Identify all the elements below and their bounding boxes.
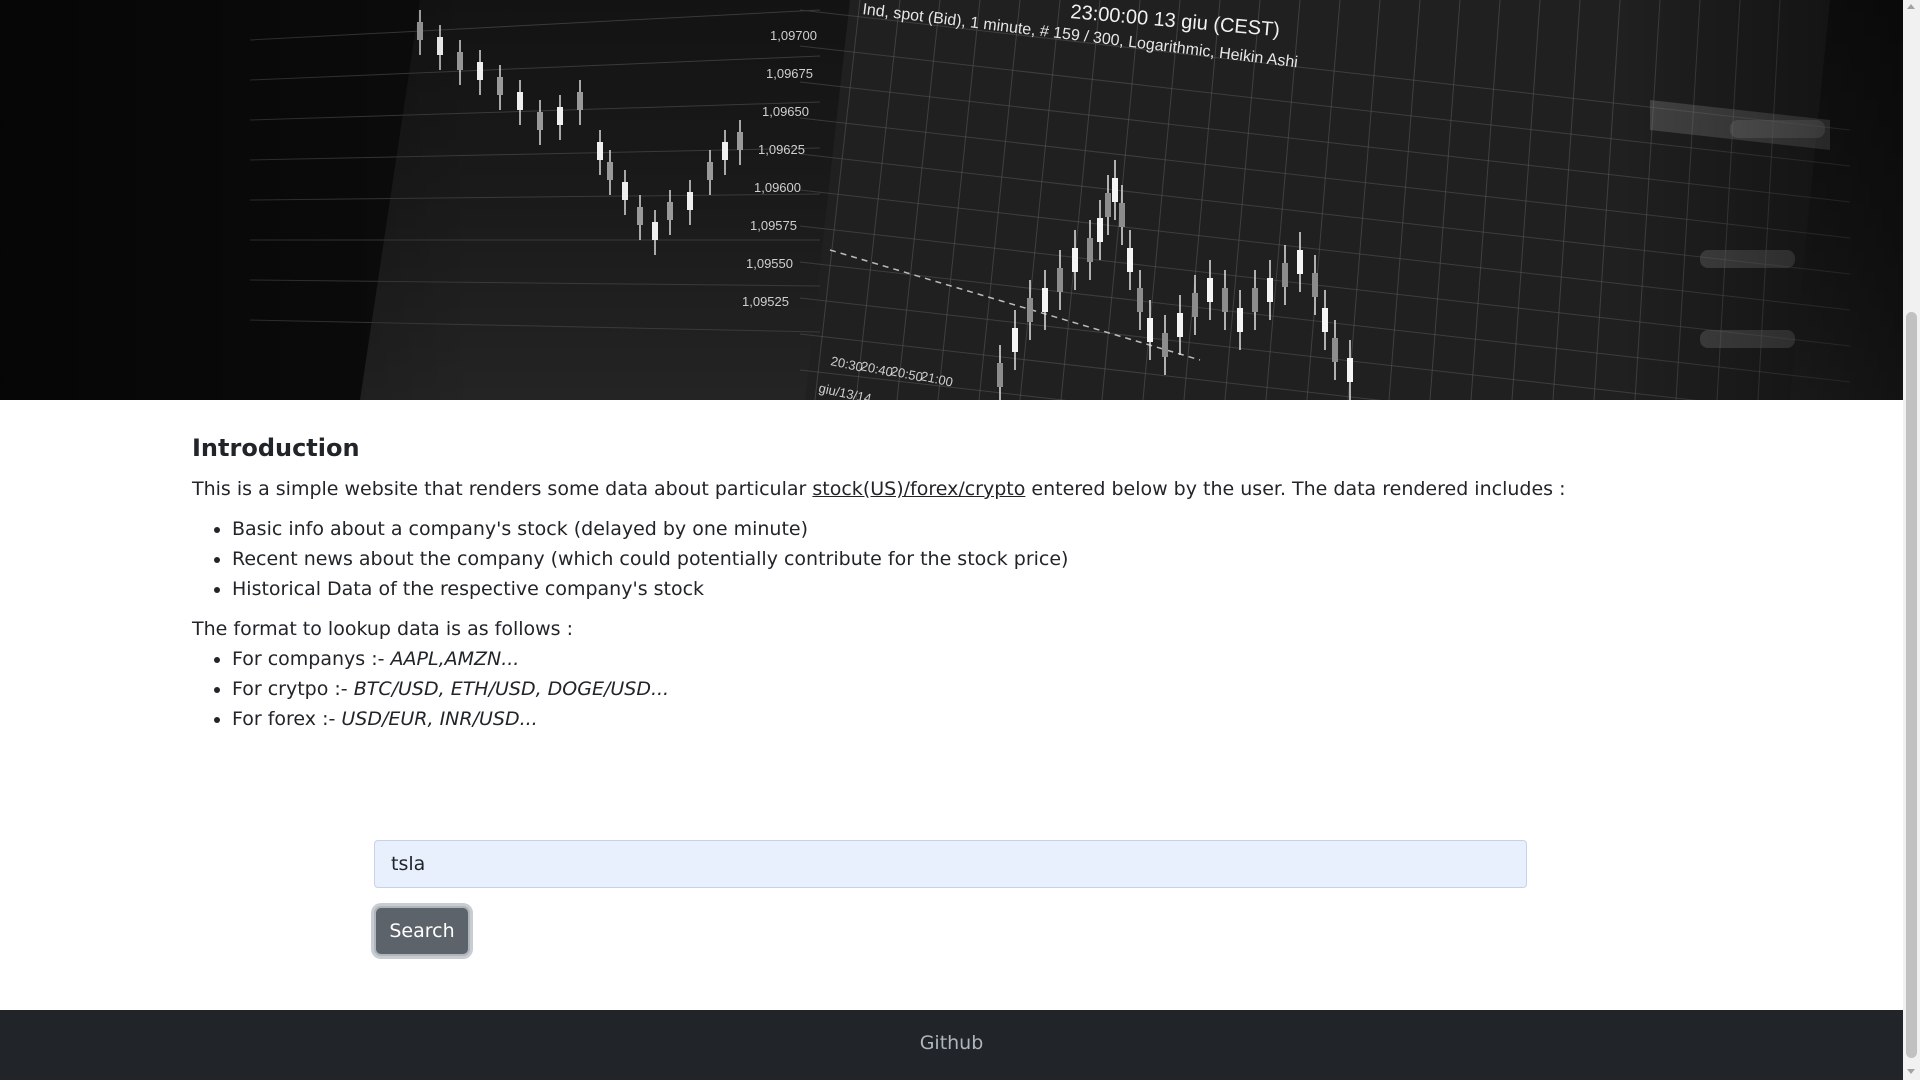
stock-forex-crypto-link[interactable]: stock(US)/forex/crypto <box>812 478 1025 500</box>
format-label: For crytpo :- <box>232 678 354 701</box>
format-list: For companys :- AAPL,AMZN... For crytpo … <box>192 644 1712 734</box>
page: Ind, spot (Bid), 1 minute, # 159 / 300, … <box>0 0 1903 1080</box>
features-list: Basic info about a company's stock (dela… <box>192 514 1712 604</box>
format-heading: The format to lookup data is as follows … <box>192 618 574 641</box>
vertical-scrollbar[interactable] <box>1903 0 1920 1080</box>
scroll-up-arrow-icon[interactable] <box>1907 4 1915 9</box>
hero-image: Ind, spot (Bid), 1 minute, # 159 / 300, … <box>0 0 1903 400</box>
scroll-down-arrow-icon[interactable] <box>1907 1069 1915 1074</box>
stock-chart-photo: Ind, spot (Bid), 1 minute, # 159 / 300, … <box>0 0 1903 400</box>
format-examples: USD/EUR, INR/USD... <box>341 708 538 731</box>
introduction-section: Introduction This is a simple website th… <box>192 434 1712 734</box>
search-input[interactable] <box>374 840 1527 888</box>
format-item-companies: For companys :- AAPL,AMZN... <box>232 644 1712 674</box>
format-label: For companys :- <box>232 648 391 671</box>
feature-item: Historical Data of the respective compan… <box>232 574 1712 604</box>
github-link[interactable]: Github <box>920 1032 984 1054</box>
search-form: Search <box>374 840 1527 956</box>
format-item-crypto: For crytpo :- BTC/USD, ETH/USD, DOGE/USD… <box>232 674 1712 704</box>
intro-text-before: This is a simple website that renders so… <box>192 477 813 500</box>
format-item-forex: For forex :- USD/EUR, INR/USD... <box>232 704 1712 734</box>
search-button[interactable]: Search <box>374 906 470 956</box>
scroll-thumb[interactable] <box>1906 312 1917 1058</box>
format-examples: BTC/USD, ETH/USD, DOGE/USD... <box>353 678 670 701</box>
format-label: For forex :- <box>232 708 342 731</box>
footer: Github <box>0 1010 1903 1080</box>
introduction-heading: Introduction <box>192 434 360 462</box>
feature-item: Basic info about a company's stock (dela… <box>232 514 1712 544</box>
feature-item: Recent news about the company (which cou… <box>232 544 1712 574</box>
intro-text-after: entered below by the user. The data rend… <box>1025 477 1566 500</box>
introduction-paragraph: This is a simple website that renders so… <box>192 475 1712 504</box>
format-examples: AAPL,AMZN... <box>390 648 520 671</box>
